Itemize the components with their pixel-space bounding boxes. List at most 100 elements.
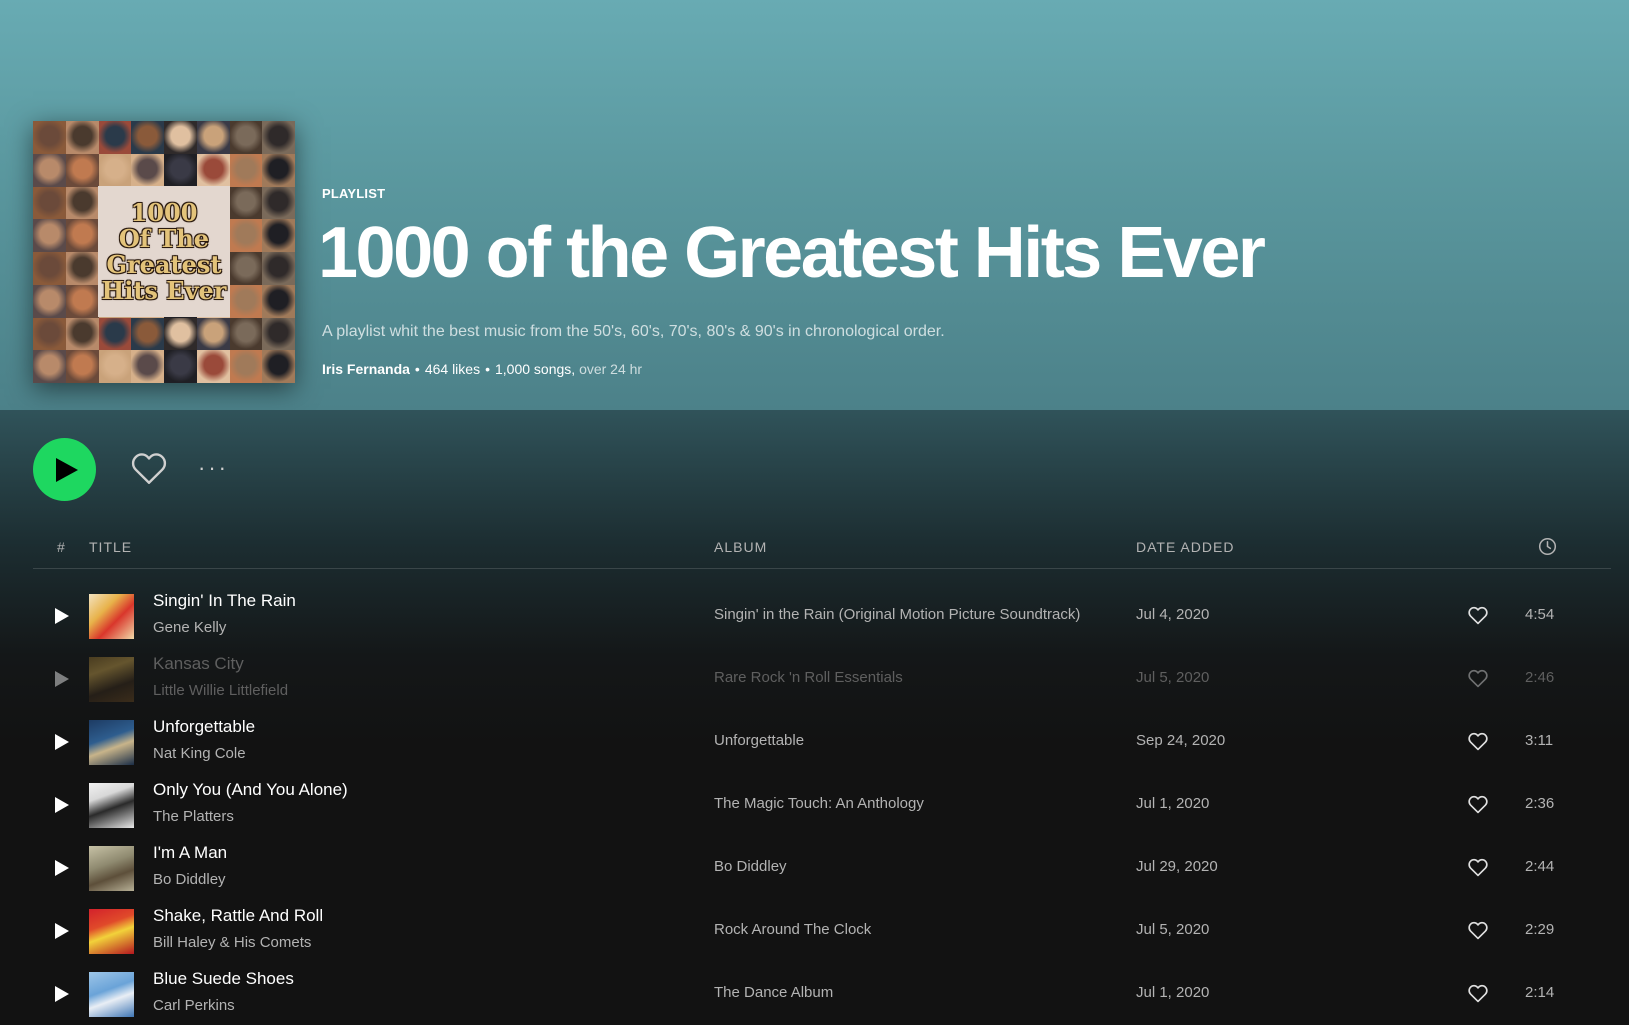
track-album[interactable]: Bo Diddley xyxy=(714,858,787,875)
track-title[interactable]: Unforgettable xyxy=(153,717,255,737)
cover-collage-tile xyxy=(65,121,99,154)
cover-collage-tile xyxy=(65,317,99,351)
heart-icon[interactable] xyxy=(1468,795,1488,814)
track-play-icon[interactable] xyxy=(55,986,69,1002)
cover-text-line: Greatest xyxy=(106,249,222,279)
track-date-added: Jul 5, 2020 xyxy=(1136,669,1210,686)
column-number: # xyxy=(57,539,66,555)
cover-collage-tile xyxy=(131,153,164,187)
track-row[interactable]: Shake, Rattle And Roll Bill Haley & His … xyxy=(33,900,1611,963)
play-button[interactable] xyxy=(33,438,96,501)
track-title[interactable]: Singin' In The Rain xyxy=(153,591,296,611)
album-art xyxy=(89,657,134,702)
cover-collage-tile xyxy=(164,121,197,154)
track-row[interactable]: I'm A Man Bo Diddley Bo Diddley Jul 29, … xyxy=(33,837,1611,900)
cover-collage-tile xyxy=(98,317,132,351)
like-heart-icon[interactable] xyxy=(131,452,167,485)
album-art xyxy=(89,846,134,891)
cover-collage-tile xyxy=(65,186,99,220)
album-art xyxy=(89,909,134,954)
heart-icon[interactable] xyxy=(1468,606,1488,625)
playlist-owner-link[interactable]: Iris Fernanda xyxy=(322,361,410,377)
track-album[interactable]: Rare Rock 'n Roll Essentials xyxy=(714,669,903,686)
tracklist-header: # TITLE ALBUM DATE ADDED xyxy=(33,530,1611,569)
cover-collage-tile xyxy=(33,219,66,252)
track-artist[interactable]: The Platters xyxy=(153,808,234,825)
track-row[interactable]: Only You (And You Alone) The Platters Th… xyxy=(33,774,1611,837)
album-art xyxy=(89,594,134,639)
track-duration: 2:44 xyxy=(1525,858,1555,875)
track-play-icon[interactable] xyxy=(55,923,69,939)
cover-collage-tile xyxy=(262,121,295,154)
track-duration: 2:36 xyxy=(1525,795,1555,812)
cover-collage-tile xyxy=(229,186,263,220)
track-artist[interactable]: Nat King Cole xyxy=(153,745,246,762)
cover-collage-tile xyxy=(164,350,197,383)
cover-collage-tile xyxy=(262,317,295,351)
track-album[interactable]: Singin' in the Rain (Original Motion Pic… xyxy=(714,606,1080,623)
column-album[interactable]: ALBUM xyxy=(714,539,767,555)
track-title[interactable]: Kansas City xyxy=(153,654,244,674)
cover-collage-tile xyxy=(98,121,132,154)
track-title[interactable]: Shake, Rattle And Roll xyxy=(153,906,323,926)
column-date-added[interactable]: DATE ADDED xyxy=(1136,539,1234,555)
track-row[interactable]: Blue Suede Shoes Carl Perkins The Dance … xyxy=(33,963,1611,1025)
track-play-icon[interactable] xyxy=(55,671,69,687)
cover-collage-tile xyxy=(262,186,295,220)
cover-collage-tile xyxy=(98,350,132,383)
track-row[interactable]: Kansas City Little Willie Littlefield Ra… xyxy=(33,648,1611,711)
track-album[interactable]: The Magic Touch: An Anthology xyxy=(714,795,924,812)
heart-icon[interactable] xyxy=(1468,858,1488,877)
track-play-icon[interactable] xyxy=(55,608,69,624)
track-date-added: Jul 1, 2020 xyxy=(1136,795,1210,812)
track-duration: 2:29 xyxy=(1525,921,1555,938)
track-duration: 2:46 xyxy=(1525,669,1555,686)
track-artist[interactable]: Bo Diddley xyxy=(153,871,226,888)
cover-collage-tile xyxy=(196,121,230,154)
cover-collage-tile xyxy=(33,317,66,351)
track-date-added: Jul 5, 2020 xyxy=(1136,921,1210,938)
track-row[interactable]: Unforgettable Nat King Cole Unforgettabl… xyxy=(33,711,1611,774)
track-play-icon[interactable] xyxy=(55,797,69,813)
heart-icon[interactable] xyxy=(1468,732,1488,751)
playlist-header: 1000 Of The Greatest Hits Ever PLAYLIST … xyxy=(0,0,1629,410)
track-artist[interactable]: Gene Kelly xyxy=(153,619,226,636)
column-duration[interactable] xyxy=(1538,537,1557,559)
cover-collage-tile xyxy=(33,284,66,318)
track-play-icon[interactable] xyxy=(55,860,69,876)
cover-collage-tile xyxy=(65,350,99,383)
playlist-page: 1000 Of The Greatest Hits Ever PLAYLIST … xyxy=(0,0,1629,1025)
track-album[interactable]: Unforgettable xyxy=(714,732,804,749)
column-title[interactable]: TITLE xyxy=(89,539,132,555)
playlist-duration: over 24 hr xyxy=(579,361,643,377)
cover-collage-tile xyxy=(229,153,263,187)
track-album[interactable]: The Dance Album xyxy=(714,984,833,1001)
cover-collage-tile xyxy=(65,284,99,318)
track-play-icon[interactable] xyxy=(55,734,69,750)
heart-icon[interactable] xyxy=(1468,921,1488,940)
playlist-description: A playlist whit the best music from the … xyxy=(322,323,945,340)
cover-collage-tile xyxy=(196,350,230,383)
track-artist[interactable]: Little Willie Littlefield xyxy=(153,682,288,699)
cover-collage-tile xyxy=(229,284,263,318)
meta-separator: • xyxy=(414,361,420,377)
cover-collage-tile xyxy=(262,284,295,318)
track-row[interactable]: Singin' In The Rain Gene Kelly Singin' i… xyxy=(33,585,1611,648)
track-artist[interactable]: Carl Perkins xyxy=(153,997,235,1014)
cover-collage-tile xyxy=(98,153,132,187)
track-album[interactable]: Rock Around The Clock xyxy=(714,921,871,938)
heart-icon[interactable] xyxy=(1468,984,1488,1003)
more-options-button[interactable]: ··· xyxy=(198,454,229,482)
heart-icon[interactable] xyxy=(1468,669,1488,688)
track-title[interactable]: I'm A Man xyxy=(153,843,227,863)
meta-separator: • xyxy=(485,361,490,377)
track-title[interactable]: Only You (And You Alone) xyxy=(153,780,348,800)
playlist-likes: 464 likes xyxy=(424,361,481,377)
cover-collage-tile xyxy=(33,153,66,187)
cover-collage-tile xyxy=(229,252,263,285)
track-duration: 3:11 xyxy=(1525,732,1554,749)
track-title[interactable]: Blue Suede Shoes xyxy=(153,969,294,989)
cover-collage-tile xyxy=(196,153,230,187)
cover-collage-tile xyxy=(164,153,197,187)
track-artist[interactable]: Bill Haley & His Comets xyxy=(153,934,311,951)
